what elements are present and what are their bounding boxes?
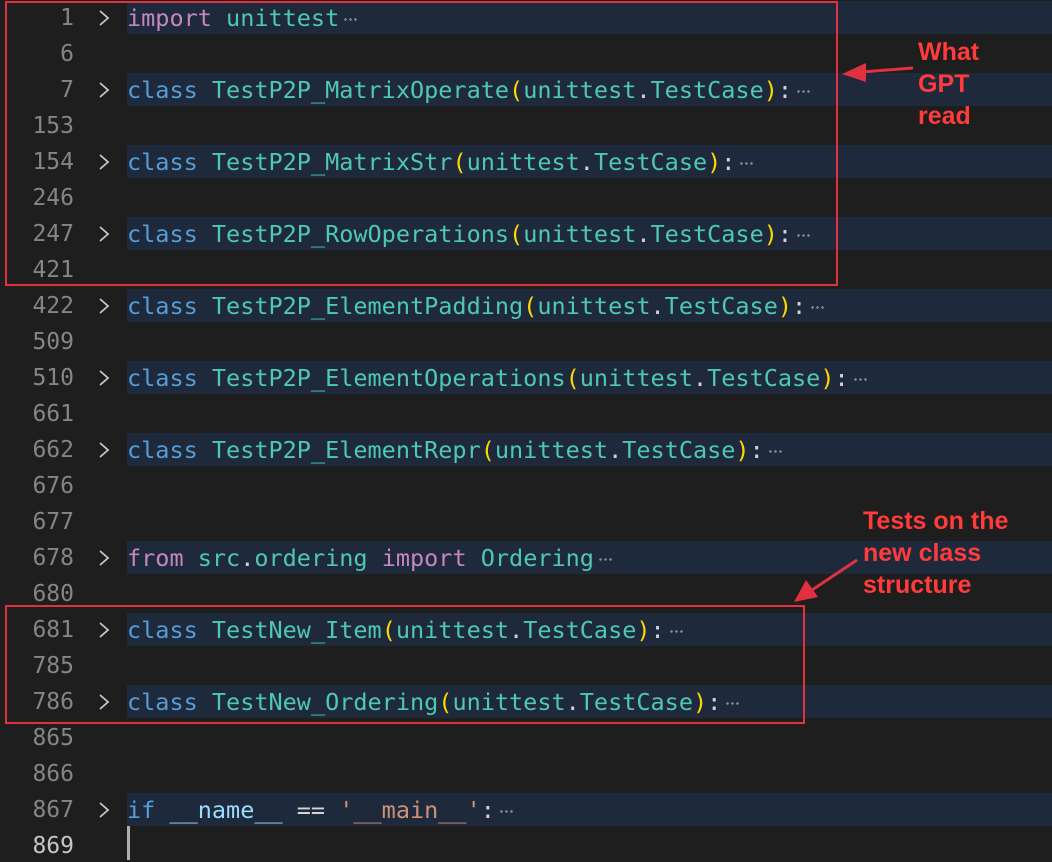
line-number: 865 [32, 725, 74, 751]
line-number: 422 [32, 293, 74, 319]
code-token: . [608, 436, 623, 464]
code-token: : [749, 436, 764, 464]
code-token: ( [565, 364, 580, 392]
code-token: unittest [494, 436, 609, 464]
line-number: 866 [32, 761, 74, 787]
code-line[interactable]: 869 [0, 828, 1052, 862]
code-token: . [650, 292, 665, 320]
annotation-what-gpt-read: What GPT read [918, 38, 980, 130]
code-token: : [480, 796, 495, 824]
line-number: 677 [32, 509, 74, 535]
chevron-right-icon[interactable] [97, 297, 111, 315]
code-line[interactable]: 866 [0, 756, 1052, 792]
line-number: 867 [32, 797, 74, 823]
line-number: 510 [32, 365, 74, 391]
code-editor[interactable]: 1 import unittest 6 7 class TestP2P_MatrixOp… [0, 0, 1052, 862]
code-token: : [834, 364, 849, 392]
code-token: TestP2P_ElementOperations [211, 364, 566, 392]
code-line[interactable]: 867 if __name__ == '__main__': [0, 792, 1052, 828]
code-text: class TestP2P_ElementPadding(unittest.Te… [127, 288, 825, 324]
chevron-right-icon[interactable] [97, 549, 111, 567]
code-token: ) [777, 292, 793, 320]
fold-ellipsis-icon[interactable] [767, 450, 782, 453]
code-token: import [381, 544, 467, 572]
annotation-tests-new-structure: Tests on the new class structure [863, 507, 1009, 599]
code-token: TestP2P_ElementRepr [211, 436, 481, 464]
code-token: == [282, 796, 340, 824]
code-token: unittest [579, 364, 693, 392]
line-number: 678 [32, 545, 74, 571]
line-number: 661 [32, 401, 74, 427]
code-token: TestP2P_ElementPadding [211, 292, 524, 320]
code-token: . [240, 544, 255, 572]
code-line[interactable]: 510 class TestP2P_ElementOperations(unitt… [0, 360, 1052, 396]
code-token: TestCase [622, 436, 736, 464]
code-token: : [792, 292, 807, 320]
fold-ellipsis-icon[interactable] [810, 306, 825, 309]
chevron-right-icon[interactable] [97, 801, 111, 819]
code-text: class TestP2P_ElementRepr(unittest.TestC… [127, 432, 782, 468]
code-line[interactable]: 422 class TestP2P_ElementPadding(unittest… [0, 288, 1052, 324]
fold-ellipsis-icon[interactable] [498, 810, 513, 813]
code-token: '__main__' [339, 796, 481, 824]
code-token: ( [523, 292, 538, 320]
code-token: TestCase [707, 364, 821, 392]
annotation-box-new-tests [5, 605, 805, 724]
code-line[interactable]: 662 class TestP2P_ElementRepr(unittest.Te… [0, 432, 1052, 468]
code-line[interactable]: 865 [0, 720, 1052, 756]
code-token: src [197, 544, 241, 572]
code-token: Ordering [480, 544, 594, 572]
code-text: class TestP2P_ElementOperations(unittest… [127, 360, 867, 396]
code-token: unittest [537, 292, 651, 320]
code-token: from [127, 544, 184, 572]
code-token: class [127, 292, 198, 320]
text-cursor [127, 826, 130, 860]
code-token: ) [820, 364, 835, 392]
line-number: 509 [32, 329, 74, 355]
code-token: class [127, 364, 198, 392]
code-line[interactable]: 661 [0, 396, 1052, 432]
chevron-right-icon[interactable] [97, 369, 111, 387]
chevron-right-icon[interactable] [97, 441, 111, 459]
code-token: ) [735, 436, 750, 464]
code-token: class [127, 436, 198, 464]
code-line[interactable]: 676 [0, 468, 1052, 504]
code-token: if [127, 796, 156, 824]
annotation-box-gpt-read [5, 1, 838, 286]
code-line[interactable]: 509 [0, 324, 1052, 360]
fold-ellipsis-icon[interactable] [852, 378, 867, 381]
code-token: __name__ [169, 796, 283, 824]
code-token: TestCase [664, 292, 778, 320]
code-text: from src.ordering import Ordering [127, 540, 612, 576]
line-number: 676 [32, 473, 74, 499]
fold-ellipsis-icon[interactable] [597, 558, 612, 561]
code-token: ordering [254, 544, 368, 572]
line-number: 662 [32, 437, 74, 463]
code-text: if __name__ == '__main__': [127, 792, 513, 828]
line-number: 869 [32, 833, 74, 859]
code-token: . [692, 364, 708, 392]
code-token: ( [480, 436, 495, 464]
